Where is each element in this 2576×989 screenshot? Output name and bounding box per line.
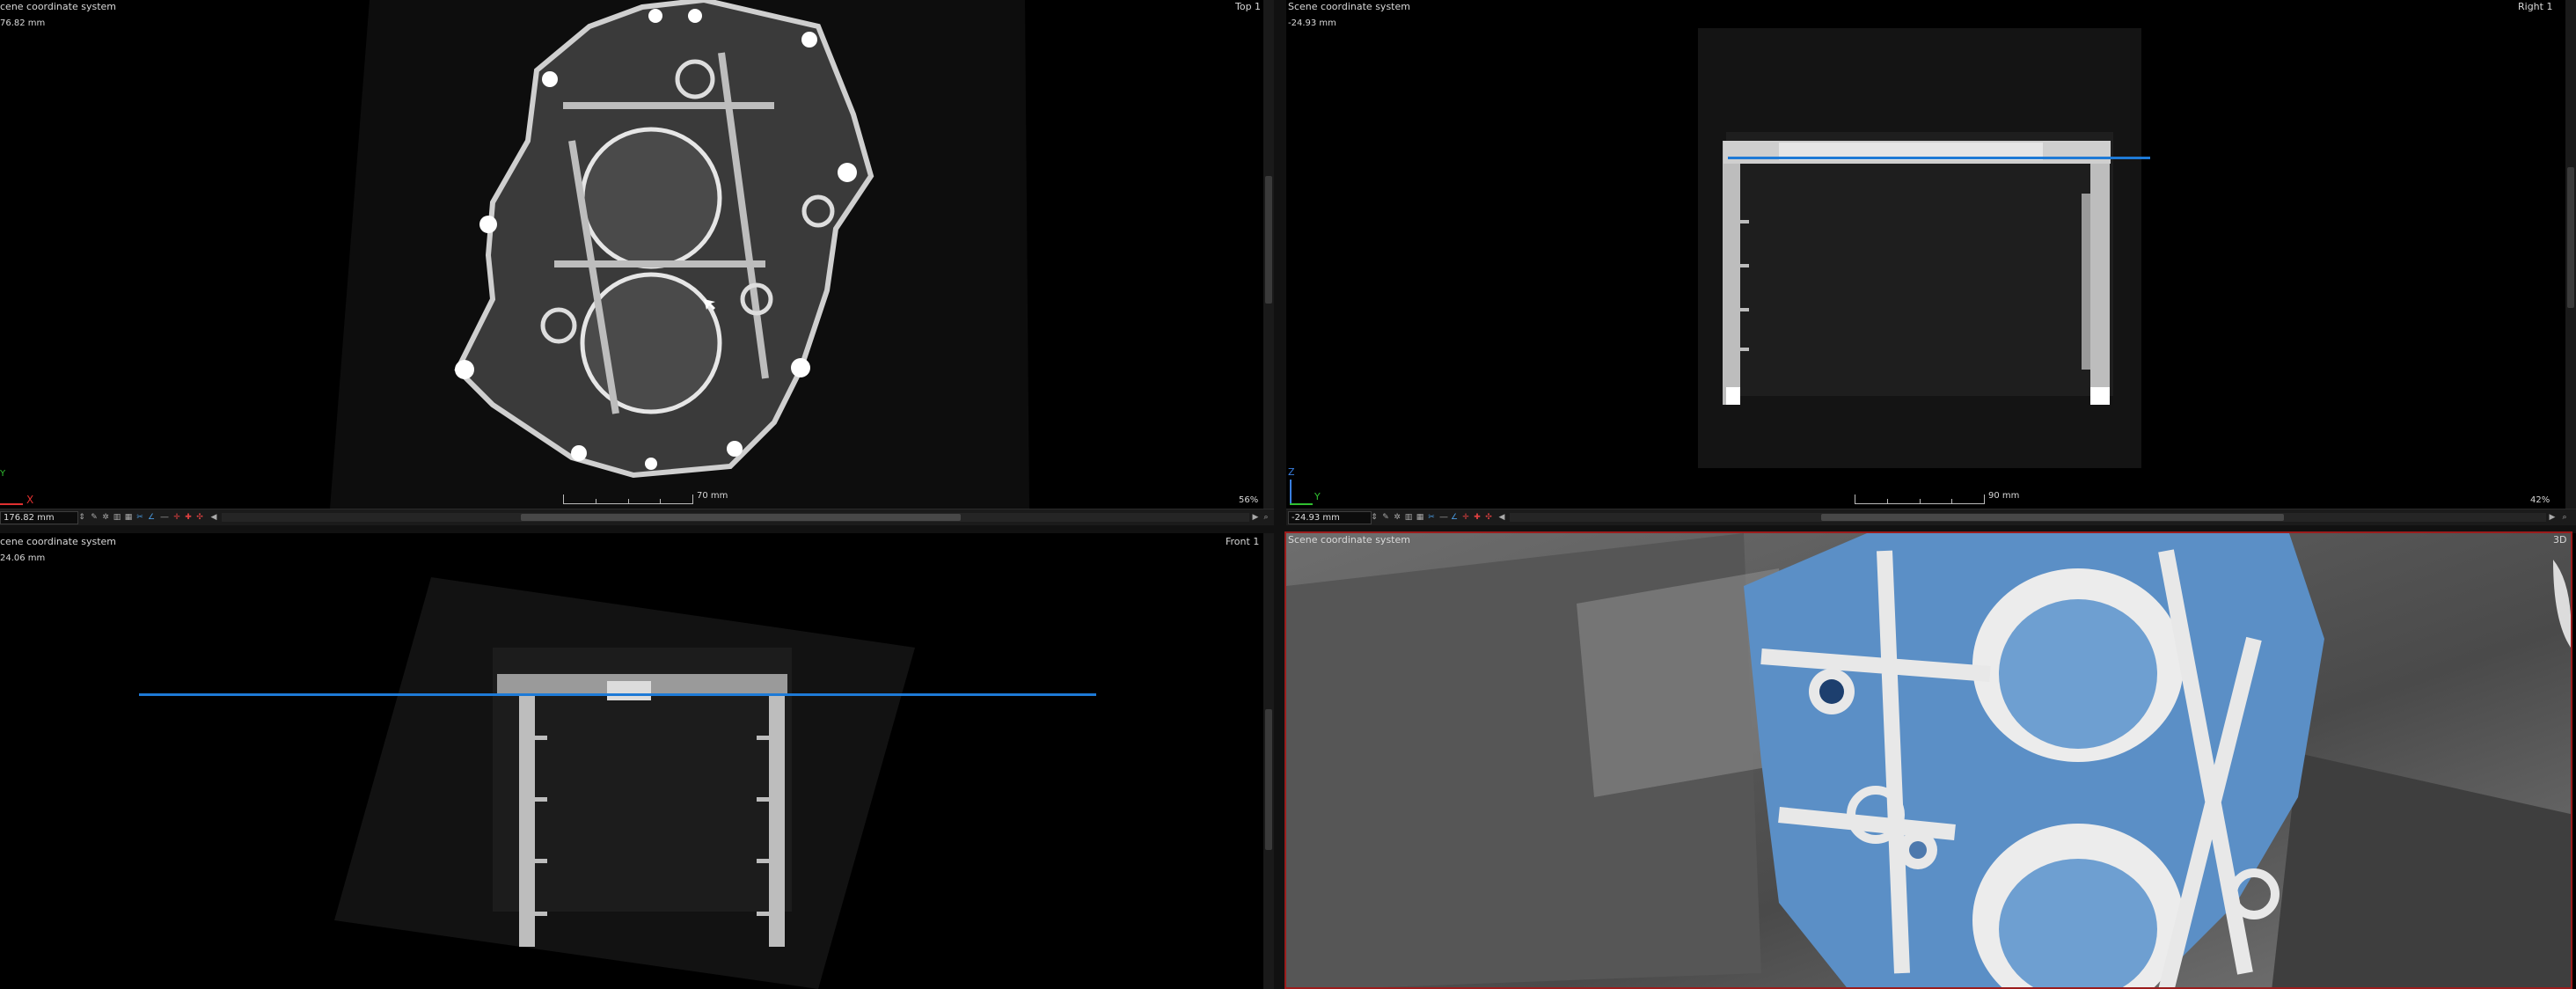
scrollbar-thumb[interactable] [1265, 176, 1272, 304]
zoom-level-label: 42% [2530, 495, 2550, 505]
arrow-right-icon[interactable]: ▶ [1251, 513, 1260, 522]
cut-icon[interactable]: ✂ [135, 513, 144, 522]
coordinate-system-label: Scene coordinate system [1288, 1, 1410, 12]
marker-icon[interactable]: ✚ [1473, 513, 1482, 522]
layout-icon[interactable]: ▥ [1404, 513, 1413, 522]
slice-offset-label: 24.06 mm [0, 553, 46, 563]
gear-icon[interactable]: ✲ [1393, 513, 1401, 522]
slice-plane-line[interactable] [139, 693, 1096, 696]
scrollbar-thumb[interactable] [1821, 514, 2284, 521]
top-view-vertical-scrollbar[interactable] [1263, 0, 1274, 509]
zoom-level-label: 56% [1239, 495, 1259, 505]
line-icon[interactable]: ― [1439, 513, 1448, 522]
gear-icon[interactable]: ✲ [101, 513, 110, 522]
arrow-left-icon[interactable]: ◀ [1497, 513, 1506, 522]
3d-view-pane[interactable]: Scene coordinate system 3D [1284, 531, 2572, 989]
scrollbar-thumb[interactable] [1265, 709, 1272, 850]
right-view-toolbar: -24.93 mm ⇕ ✎ ✲ ▥ ▦ ✂ ― ∠ ✛ ✚ ✣ ◀ ▶ ⌕ [1286, 509, 2576, 525]
view-name-label: 3D [2553, 534, 2567, 546]
grid-icon[interactable]: ▦ [124, 513, 133, 522]
axis-z-line [1290, 480, 1292, 504]
axis-x-line [0, 503, 23, 505]
stepper-icon[interactable]: ⇕ [77, 513, 86, 522]
scrollbar-thumb[interactable] [521, 514, 961, 521]
coordinate-system-label: cene coordinate system [0, 536, 116, 547]
3d-surface-render [1286, 533, 2571, 987]
marker-alt-icon[interactable]: ✣ [1484, 513, 1493, 522]
front-view-ct-slice [334, 577, 915, 989]
slice-offset-label: -24.93 mm [1288, 18, 1336, 28]
view-name-label: Front 1 [1226, 536, 1260, 547]
measure-icon[interactable]: ∠ [147, 513, 156, 522]
arrow-left-icon[interactable]: ◀ [209, 513, 218, 522]
line-icon[interactable]: ― [160, 513, 169, 522]
top-view-toolbar: 176.82 mm ⇕ ✎ ✲ ▥ ▦ ✂ ∠ ― ✛ ✚ ✣ ◀ ▶ ⌕ [0, 509, 1274, 525]
layout-icon[interactable]: ▥ [113, 513, 121, 522]
crosshair-icon[interactable]: ✛ [1461, 513, 1470, 522]
scale-bar-label: 70 mm [697, 491, 728, 501]
pin-icon[interactable]: ✎ [90, 513, 99, 522]
measure-icon[interactable]: ∠ [1450, 513, 1459, 522]
marker-icon[interactable]: ✚ [184, 513, 193, 522]
axis-y-label: Y [0, 469, 6, 479]
scale-bar [563, 494, 693, 504]
top-view-ct-slice [330, 0, 1029, 509]
grid-icon[interactable]: ▦ [1416, 513, 1424, 522]
cut-icon[interactable]: ✂ [1427, 513, 1436, 522]
horizontal-scrollbar[interactable] [222, 513, 1249, 522]
right-view-pane[interactable]: Scene coordinate system -24.93 mm Right … [1286, 0, 2565, 509]
coordinate-system-label: Scene coordinate system [1288, 534, 1410, 546]
scale-bar-label: 90 mm [1988, 491, 2020, 501]
axis-x-label: X [26, 494, 34, 506]
axis-z-label: Z [1288, 466, 1295, 478]
top-view-pane[interactable]: cene coordinate system 76.82 mm Top 1 X … [0, 0, 1263, 509]
scrollbar-thumb[interactable] [2567, 167, 2574, 308]
slice-position-input[interactable]: -24.93 mm [1288, 511, 1372, 524]
arrow-right-icon[interactable]: ▶ [2548, 513, 2557, 522]
coordinate-system-label: cene coordinate system [0, 1, 116, 12]
scale-bar [1855, 494, 1985, 504]
view-name-label: Right 1 [2518, 1, 2553, 12]
axis-y-label: Y [1314, 491, 1321, 502]
front-view-pane[interactable]: cene coordinate system 24.06 mm Front 1 [0, 533, 1263, 989]
zoom-icon[interactable]: ⌕ [2560, 513, 2569, 522]
zoom-icon[interactable]: ⌕ [1262, 513, 1270, 522]
pin-icon[interactable]: ✎ [1381, 513, 1390, 522]
slice-position-input[interactable]: 176.82 mm [0, 511, 78, 524]
front-view-vertical-scrollbar[interactable] [1263, 533, 1274, 989]
slice-plane-line[interactable] [1728, 157, 2150, 159]
stepper-icon[interactable]: ⇕ [1370, 513, 1379, 522]
crosshair-icon[interactable]: ✛ [172, 513, 181, 522]
horizontal-scrollbar[interactable] [1510, 513, 2546, 522]
view-name-label: Top 1 [1235, 1, 1262, 12]
marker-alt-icon[interactable]: ✣ [195, 513, 204, 522]
slice-offset-label: 76.82 mm [0, 18, 46, 28]
right-view-ct-slice [1698, 28, 2141, 468]
axis-y-line [1290, 503, 1313, 505]
right-view-vertical-scrollbar[interactable] [2565, 0, 2576, 509]
